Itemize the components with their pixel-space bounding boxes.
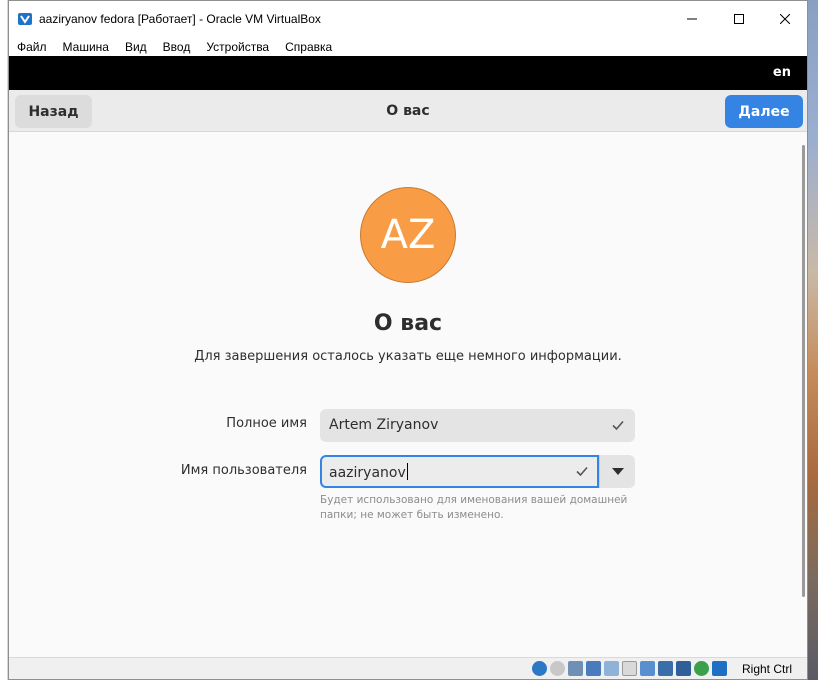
maximize-icon: [734, 14, 744, 24]
network-icon[interactable]: [568, 661, 583, 676]
menu-help[interactable]: Справка: [277, 40, 340, 54]
username-text: aaziryanov: [329, 463, 408, 481]
page-title: О вас: [373, 311, 443, 336]
minimize-button[interactable]: [669, 1, 715, 37]
username-hint-line-1: Будет использовано для именования вашей …: [320, 494, 628, 506]
virtualbox-app-icon: [18, 13, 32, 25]
avatar[interactable]: AZ: [360, 187, 456, 283]
fullname-field[interactable]: Artem Ziryanov: [320, 409, 635, 442]
chevron-down-icon: [611, 467, 624, 475]
header-title: О вас: [386, 103, 430, 119]
username-label: Имя пользователя: [180, 463, 307, 478]
window-title: aaziryanov fedora [Работает] - Oracle VM…: [39, 12, 321, 26]
menu-view[interactable]: Вид: [117, 40, 155, 54]
background-window-left: [0, 0, 8, 680]
gnome-top-bar: en: [9, 56, 807, 90]
optical-drive-icon[interactable]: [532, 661, 547, 676]
vm-display[interactable]: en Назад О вас Далее AZ О вас Для заверш…: [9, 56, 807, 657]
next-button[interactable]: Далее: [725, 95, 803, 128]
vm-status-bar: Right Ctrl: [9, 657, 807, 679]
shared-folders-icon[interactable]: [604, 661, 619, 676]
username-value: aaziryanov: [329, 465, 406, 481]
mouse-integration-icon[interactable]: [694, 661, 709, 676]
menu-machine[interactable]: Машина: [55, 40, 117, 54]
vt-x-icon[interactable]: [676, 661, 691, 676]
menu-file[interactable]: Файл: [9, 40, 55, 54]
username-hint: Будет использовано для именования вашей …: [320, 493, 650, 523]
fullname-label: Полное имя: [226, 416, 307, 431]
about-you-page: AZ О вас Для завершения осталось указать…: [9, 133, 807, 657]
maximize-button[interactable]: [716, 1, 762, 37]
page-subtitle: Для завершения осталось указать еще немн…: [194, 349, 622, 364]
desktop-wallpaper: [808, 0, 818, 680]
checkmark-icon: [576, 466, 588, 477]
host-key-label: Right Ctrl: [742, 662, 793, 676]
menu-input[interactable]: Ввод: [155, 40, 199, 54]
display-icon[interactable]: [622, 661, 637, 676]
minimize-icon: [687, 18, 697, 20]
audio-icon[interactable]: [550, 661, 565, 676]
hard-disk-icon[interactable]: [658, 661, 673, 676]
username-suggestions-dropdown[interactable]: [599, 455, 635, 488]
close-button[interactable]: [762, 1, 808, 37]
usb-icon[interactable]: [586, 661, 601, 676]
username-field[interactable]: aaziryanov: [320, 455, 599, 488]
titlebar: aaziryanov fedora [Работает] - Oracle VM…: [9, 1, 807, 37]
checkmark-icon: [612, 420, 624, 431]
menu-bar: Файл Машина Вид Ввод Устройства Справка: [9, 37, 807, 56]
fullname-value: Artem Ziryanov: [329, 417, 439, 433]
text-cursor: [406, 463, 408, 480]
device-status-icons: [532, 661, 727, 676]
username-hint-line-2: папки; не может быть изменено.: [320, 509, 504, 521]
keyboard-capture-icon[interactable]: [712, 661, 727, 676]
scrollbar[interactable]: [802, 145, 805, 597]
menu-devices[interactable]: Устройства: [198, 40, 277, 54]
keyboard-layout-indicator[interactable]: en: [773, 65, 791, 80]
recording-icon[interactable]: [640, 661, 655, 676]
close-icon: [780, 14, 790, 24]
virtualbox-window: aaziryanov fedora [Работает] - Oracle VM…: [8, 0, 808, 680]
installer-header-bar: Назад О вас Далее: [9, 90, 807, 132]
